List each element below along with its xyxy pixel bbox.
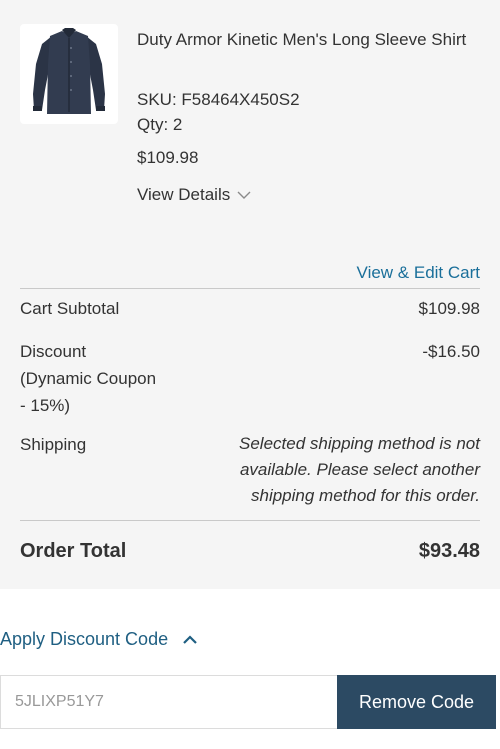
- apply-discount-toggle[interactable]: Apply Discount Code: [0, 629, 198, 650]
- order-total-value: $93.48: [418, 540, 480, 562]
- discount-label: Discount (Dynamic Coupon - 15%): [20, 342, 157, 415]
- order-summary-panel: Duty Armor Kinetic Men's Long Sleeve Shi…: [0, 0, 500, 589]
- product-image[interactable]: [20, 24, 118, 124]
- product-qty: Qty: 2: [137, 115, 183, 134]
- view-details-toggle[interactable]: View Details: [137, 184, 252, 206]
- order-total-label: Order Total: [20, 540, 127, 562]
- chevron-down-icon: [237, 191, 251, 199]
- view-details-label: View Details: [137, 185, 231, 204]
- divider: [20, 288, 480, 289]
- remove-code-button[interactable]: Remove Code: [337, 675, 496, 729]
- shirt-icon: [33, 28, 105, 114]
- chevron-up-icon: [183, 634, 197, 644]
- product-price: $109.98: [137, 148, 199, 167]
- product-sku: SKU: F58464X450S2: [137, 90, 300, 109]
- subtotal-value: $109.98: [418, 299, 480, 318]
- discount-value: -$16.50: [422, 342, 480, 361]
- product-name[interactable]: Duty Armor Kinetic Men's Long Sleeve Shi…: [137, 27, 482, 52]
- subtotal-label: Cart Subtotal: [20, 299, 120, 318]
- apply-discount-label: Apply Discount Code: [0, 629, 169, 649]
- discount-code-input[interactable]: [0, 675, 337, 729]
- shipping-message: Selected shipping method is not availabl…: [239, 434, 480, 505]
- view-edit-cart-link[interactable]: View & Edit Cart: [357, 262, 480, 284]
- shipping-label: Shipping: [20, 435, 87, 454]
- divider: [20, 520, 480, 521]
